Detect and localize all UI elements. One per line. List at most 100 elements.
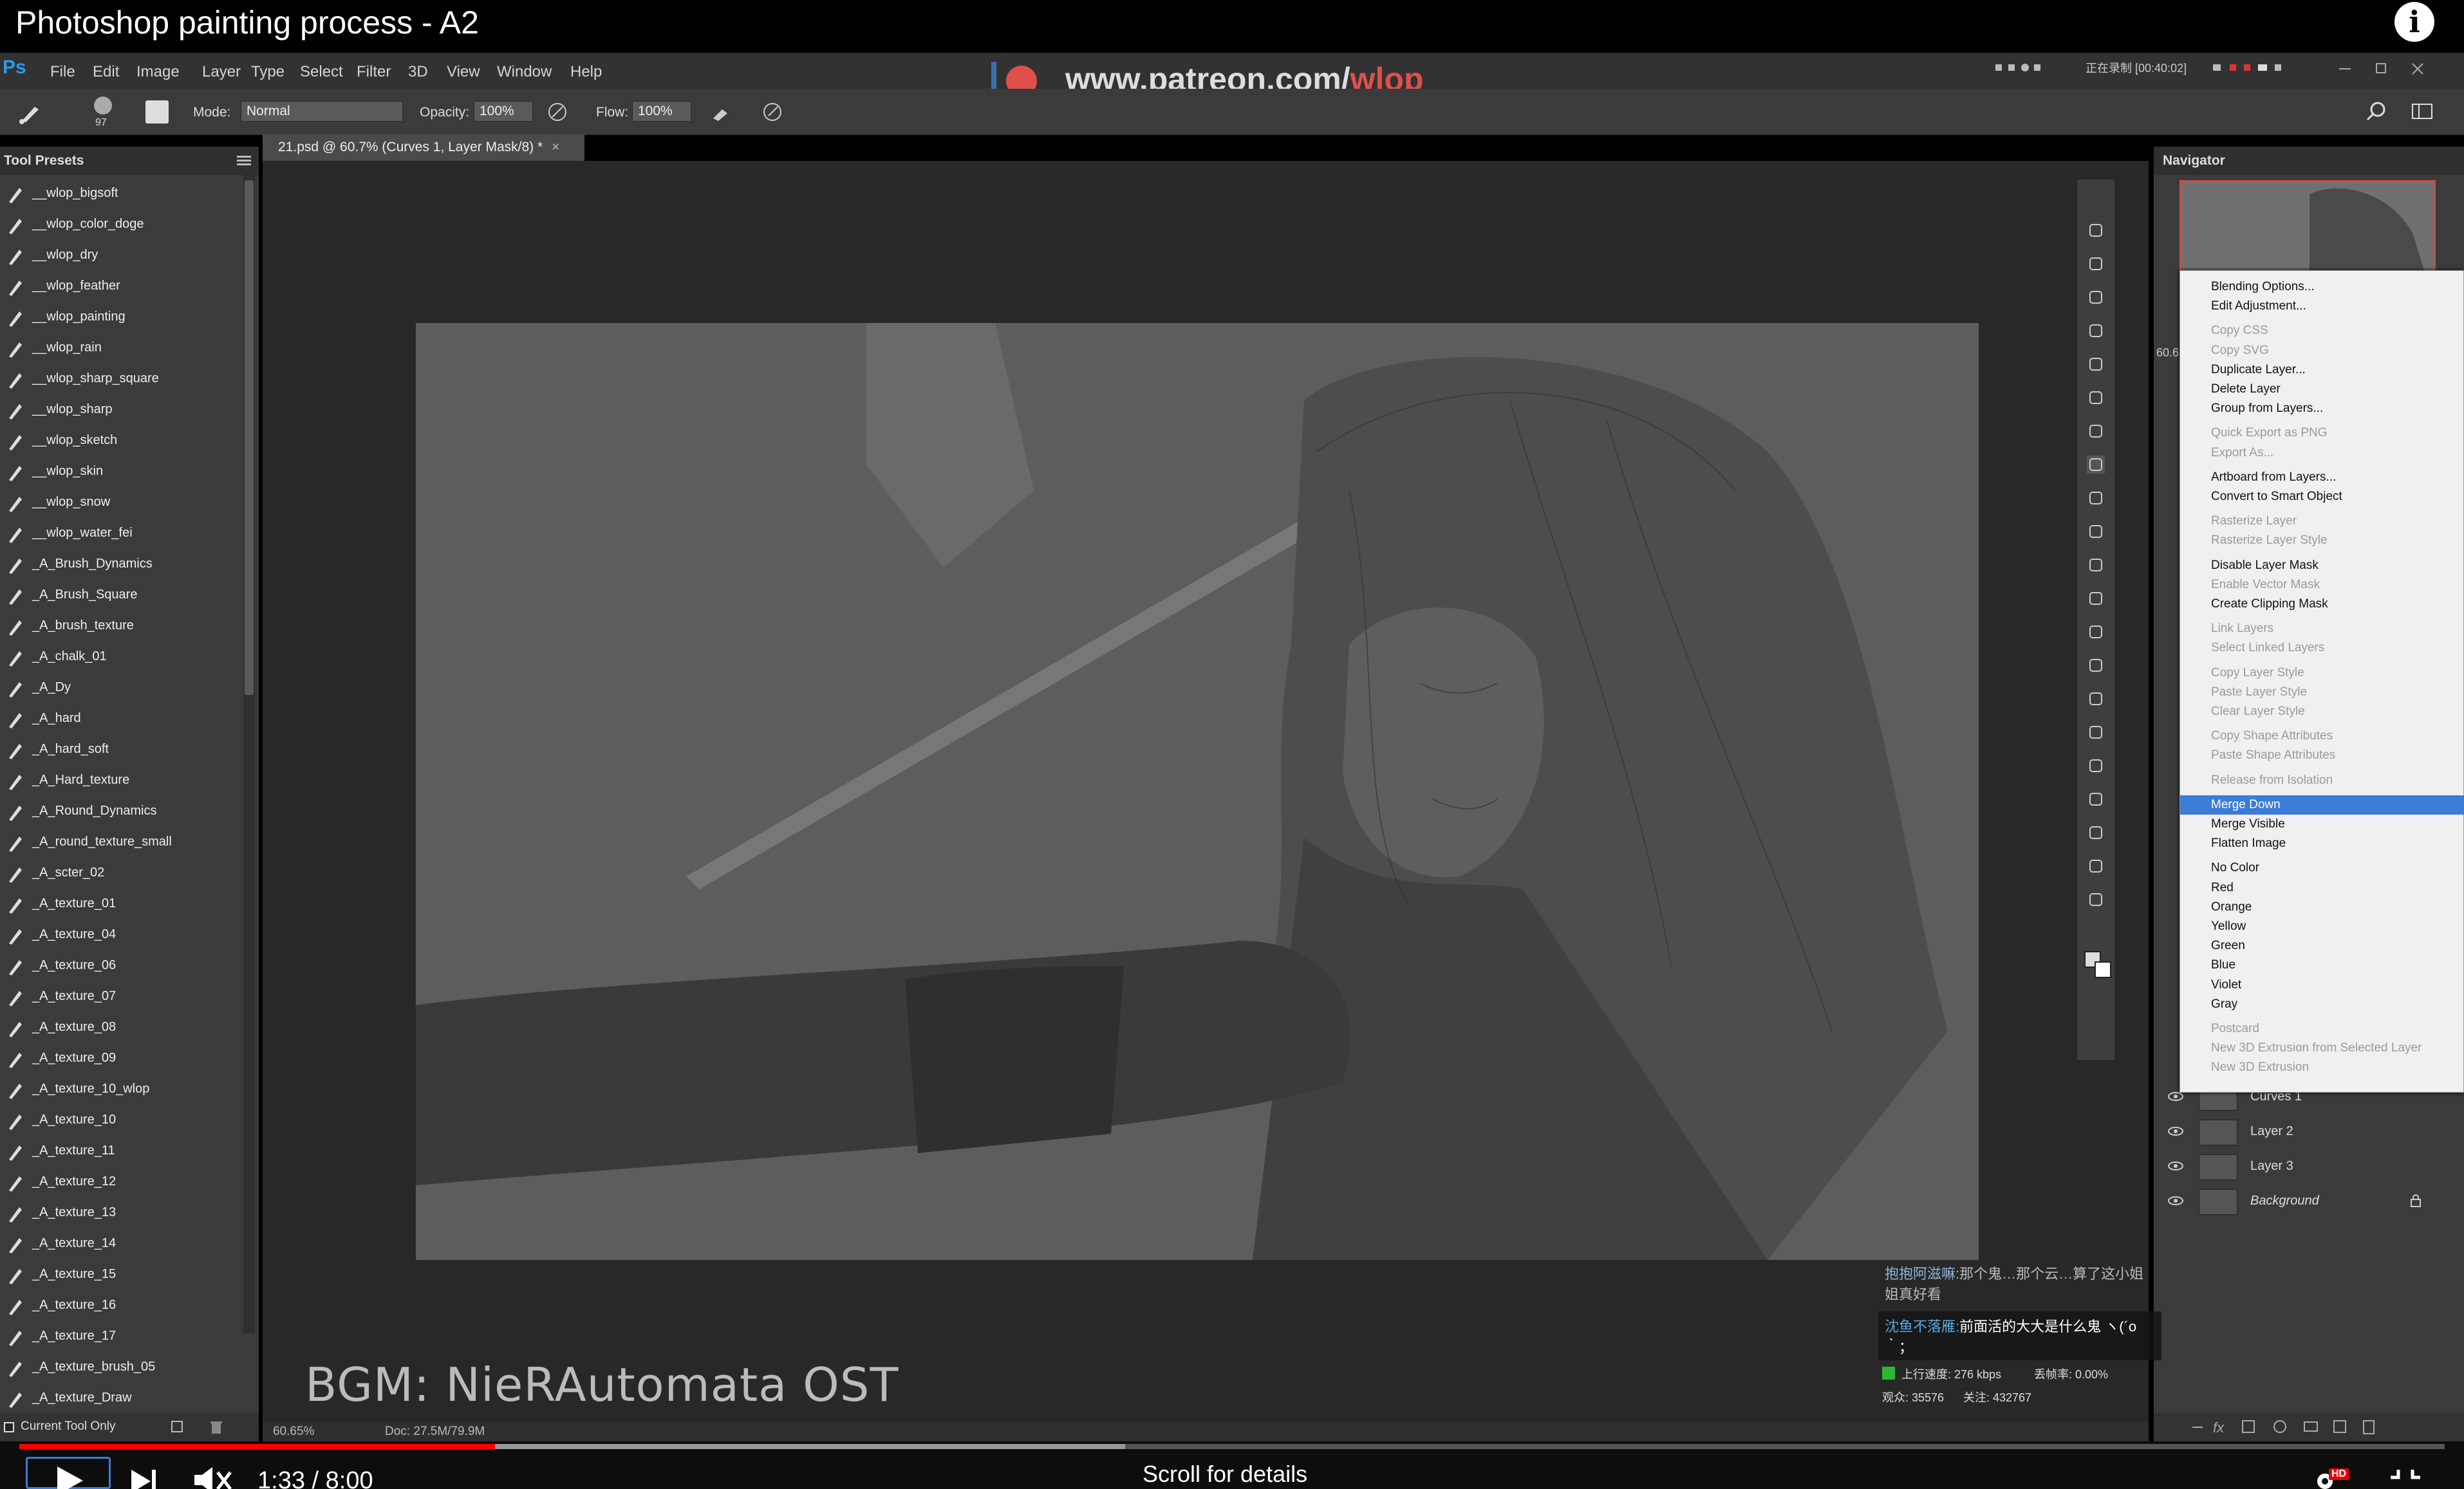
healing-brush-icon[interactable]	[2087, 422, 2105, 440]
navigator-zoom[interactable]: 60.6	[2156, 346, 2179, 360]
dodge-tool-icon[interactable]	[2087, 656, 2105, 674]
magic-wand-icon[interactable]	[2087, 322, 2105, 340]
marquee-tool-icon[interactable]	[2087, 255, 2105, 273]
context-menu-item[interactable]: Delete Layer	[2180, 380, 2464, 399]
current-tool-only-checkbox[interactable]	[4, 1422, 14, 1432]
paint-bucket-icon[interactable]	[2087, 589, 2105, 607]
menu-layer[interactable]: Layer	[202, 63, 241, 81]
eye-icon[interactable]	[2168, 1160, 2183, 1170]
context-menu-item[interactable]: Green	[2180, 936, 2464, 956]
brush-panel-icon[interactable]	[145, 100, 169, 124]
tool-preset-item[interactable]: __wlop_dry	[0, 239, 241, 270]
hand-tool-icon[interactable]	[2087, 824, 2105, 842]
presets-scroll-thumb[interactable]	[245, 180, 254, 695]
tool-preset-item[interactable]: _A_texture_15	[0, 1259, 241, 1290]
context-menu-item[interactable]: Blue	[2180, 956, 2464, 975]
context-menu-item[interactable]: Create Clipping Mask	[2180, 595, 2464, 614]
window-controls[interactable]	[2337, 62, 2459, 76]
menu-edit[interactable]: Edit	[93, 63, 119, 81]
tool-preset-item[interactable]: __wlop_sketch	[0, 425, 241, 456]
tool-preset-item[interactable]: _A_Hard_texture	[0, 764, 241, 795]
tool-preset-item[interactable]: __wlop_water_fei	[0, 517, 241, 548]
tool-preset-item[interactable]: _A_texture_brush_05	[0, 1351, 241, 1382]
zoom-level[interactable]: 60.65%	[273, 1425, 314, 1439]
recorder-controls[interactable]	[1994, 60, 2078, 75]
tool-preset-item[interactable]: _A_texture_10	[0, 1104, 241, 1135]
tool-preset-item[interactable]: _A_Brush_Square	[0, 579, 241, 610]
pen-tool-icon[interactable]	[2087, 690, 2105, 708]
tool-preset-item[interactable]: _A_texture_17	[0, 1320, 241, 1351]
context-menu-item[interactable]: Merge Visible	[2180, 815, 2464, 834]
tool-preset-item[interactable]: _A_texture_13	[0, 1197, 241, 1228]
tool-preset-item[interactable]: _A_texture_Draw	[0, 1382, 241, 1413]
recorder-buttons[interactable]	[2212, 60, 2315, 75]
tool-preset-item[interactable]: _A_texture_08	[0, 1012, 241, 1042]
mode-select[interactable]: Normal	[241, 101, 403, 122]
tool-preset-item[interactable]: __wlop_sharp	[0, 394, 241, 425]
menu-help[interactable]: Help	[570, 63, 602, 81]
new-preset-icon[interactable]	[170, 1420, 185, 1435]
eye-icon[interactable]	[2168, 1125, 2183, 1136]
context-menu-item[interactable]: Duplicate Layer...	[2180, 360, 2464, 380]
tool-preset-item[interactable]: _A_texture_11	[0, 1135, 241, 1166]
tool-preset-item[interactable]: _A_brush_texture	[0, 610, 241, 641]
trash-icon[interactable]	[209, 1420, 224, 1435]
blur-tool-icon[interactable]	[2087, 623, 2105, 641]
mute-button[interactable]	[192, 1466, 233, 1489]
pressure-opacity-icon[interactable]	[546, 100, 569, 124]
flow-input[interactable]: 100%	[632, 101, 691, 122]
path-select-icon[interactable]	[2087, 757, 2105, 775]
info-icon[interactable]: i	[2394, 2, 2434, 42]
tool-preset-item[interactable]: _A_texture_14	[0, 1228, 241, 1259]
airbrush-icon[interactable]	[709, 100, 733, 124]
canvas[interactable]	[416, 323, 1979, 1260]
tool-preset-item[interactable]: _A_Brush_Dynamics	[0, 548, 241, 579]
tool-preset-item[interactable]: _A_texture_09	[0, 1042, 241, 1073]
shape-tool-icon[interactable]	[2087, 790, 2105, 808]
workspace-icon[interactable]	[2411, 102, 2443, 122]
tool-preset-item[interactable]: _A_hard_soft	[0, 734, 241, 764]
tool-preset-item[interactable]: _A_Round_Dynamics	[0, 795, 241, 826]
menu-3d[interactable]: 3D	[408, 63, 428, 81]
context-menu-item[interactable]: Merge Down	[2180, 795, 2464, 815]
tool-preset-item[interactable]: __wlop_painting	[0, 301, 241, 332]
tool-preset-item[interactable]: _A_texture_16	[0, 1290, 241, 1320]
menu-window[interactable]: Window	[497, 63, 552, 81]
navigator-preview[interactable]	[2179, 180, 2436, 273]
tool-preset-item[interactable]: _A_texture_01	[0, 888, 241, 919]
history-brush-icon[interactable]	[2087, 523, 2105, 541]
tool-preset-item[interactable]: _A_texture_12	[0, 1166, 241, 1197]
context-menu-item[interactable]: Disable Layer Mask	[2180, 556, 2464, 575]
eraser-icon[interactable]	[2087, 556, 2105, 574]
menu-select[interactable]: Select	[300, 63, 343, 81]
more-tools-icon[interactable]	[2087, 891, 2105, 909]
tool-preset-item[interactable]: __wlop_feather	[0, 270, 241, 301]
move-tool-icon[interactable]	[2087, 221, 2105, 239]
exit-fullscreen-icon[interactable]	[2389, 1467, 2422, 1489]
tool-preset-item[interactable]: __wlop_snow	[0, 486, 241, 517]
opacity-input[interactable]: 100%	[474, 101, 533, 122]
menu-image[interactable]: Image	[136, 63, 180, 81]
crop-tool-icon[interactable]	[2087, 355, 2105, 373]
menu-filter[interactable]: Filter	[357, 63, 391, 81]
tool-preset-item[interactable]: __wlop_bigsoft	[0, 178, 241, 208]
context-menu-item[interactable]: Yellow	[2180, 917, 2464, 936]
eye-icon[interactable]	[2168, 1195, 2183, 1205]
panel-menu-icon[interactable]	[237, 154, 252, 167]
play-button[interactable]	[26, 1457, 111, 1489]
tool-preset-item[interactable]: _A_hard	[0, 703, 241, 734]
tool-preset-item[interactable]: __wlop_color_doge	[0, 208, 241, 239]
context-menu-item[interactable]: Violet	[2180, 976, 2464, 995]
tool-preset-item[interactable]: _A_Dy	[0, 672, 241, 703]
tool-preset-item[interactable]: __wlop_skin	[0, 456, 241, 486]
tool-preset-item[interactable]: _A_round_texture_small	[0, 826, 241, 857]
zoom-tool-icon[interactable]	[2087, 857, 2105, 875]
context-menu-item[interactable]: Blending Options...	[2180, 277, 2464, 297]
context-menu-item[interactable]: Edit Adjustment...	[2180, 297, 2464, 316]
search-icon[interactable]	[2365, 100, 2388, 124]
brush-tool-icon[interactable]	[2087, 456, 2105, 474]
context-menu-item[interactable]: Flatten Image	[2180, 834, 2464, 853]
pressure-size-icon[interactable]	[761, 100, 784, 124]
clone-stamp-icon[interactable]	[2087, 489, 2105, 507]
tool-preset-item[interactable]: _A_texture_10_wlop	[0, 1073, 241, 1104]
